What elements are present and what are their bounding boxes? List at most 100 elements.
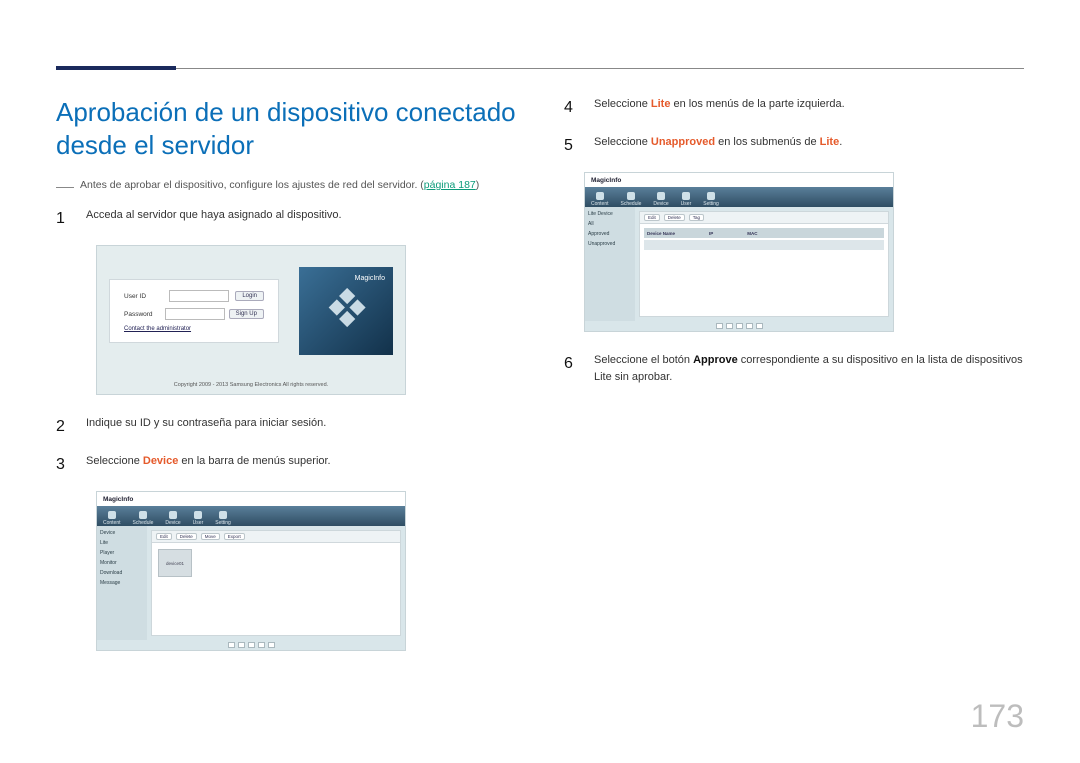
step-5-tail: . [839, 136, 842, 148]
user-icon [682, 192, 690, 200]
side-item[interactable]: Message [100, 580, 144, 586]
pager-btn[interactable] [726, 323, 733, 329]
device-thumb[interactable]: device01 [158, 549, 192, 577]
diamond-logo-icon [323, 288, 369, 334]
step-2: 2 Indique su ID y su contraseña para ini… [56, 415, 516, 439]
dash2-header: MagicInfo [585, 173, 893, 187]
dash2-pagination [585, 321, 893, 331]
pager-btn[interactable] [746, 323, 753, 329]
pager-btn[interactable] [258, 642, 265, 648]
step-4-prefix: Seleccione [594, 98, 651, 110]
tb-btn[interactable]: Edit [644, 214, 660, 221]
dash2-main: Edit Delete Tag Device Name IP MAC [639, 211, 889, 317]
login-row-password: Password Sign Up [124, 308, 264, 320]
contact-admin-link[interactable]: Contact the administrator [124, 326, 264, 332]
dash-header: MagicInfo [97, 492, 405, 506]
dash-toolbar: Edit Delete Move Export [152, 531, 400, 543]
login-form: User ID Login Password Sign Up Contact t… [109, 279, 279, 343]
step-6-text: Seleccione el botón Approve correspondie… [594, 352, 1024, 385]
tb-move[interactable]: Move [201, 533, 220, 540]
login-button[interactable]: Login [235, 291, 264, 301]
device-dashboard-screenshot: MagicInfo Content Schedule Device User S… [96, 491, 406, 651]
nav-schedule[interactable]: Schedule [133, 511, 154, 526]
schedule-icon [139, 511, 147, 519]
side-item[interactable]: Player [100, 550, 144, 556]
userid-label: User ID [124, 293, 162, 300]
tb-btn[interactable]: Delete [664, 214, 685, 221]
step-3-number: 3 [56, 453, 70, 477]
nav-content[interactable]: Content [591, 192, 609, 207]
pager-btn[interactable] [756, 323, 763, 329]
dash-body: Device Lite Player Monitor Download Mess… [97, 526, 405, 640]
side-item[interactable]: All [588, 221, 632, 227]
note-text-main: Antes de aprobar el dispositivo, configu… [80, 179, 424, 191]
schedule-icon [627, 192, 635, 200]
tb-btn[interactable]: Tag [689, 214, 704, 221]
step-3: 3 Seleccione Device en la barra de menús… [56, 453, 516, 477]
step-4-highlight: Lite [651, 98, 671, 110]
step-3-prefix: Seleccione [86, 455, 143, 467]
password-input[interactable] [165, 308, 225, 320]
pager-btn[interactable] [248, 642, 255, 648]
step-3-highlight: Device [143, 455, 178, 467]
userid-input[interactable] [169, 290, 229, 302]
login-row-userid: User ID Login [124, 290, 264, 302]
lite-header-row: Device Name IP MAC [644, 228, 884, 238]
pre-step-note: Antes de aprobar el dispositivo, configu… [56, 179, 516, 191]
dash-pagination [97, 640, 405, 650]
lite-device-row[interactable] [644, 240, 884, 250]
step-1-number: 1 [56, 207, 70, 231]
nav-device[interactable]: Device [653, 192, 668, 207]
setting-icon [219, 511, 227, 519]
device-thumb-row: device01 [152, 543, 400, 583]
two-column-layout: Aprobación de un dispositivo conectado d… [56, 96, 1024, 671]
dash2-sidebar: Lite Device All Approved Unapproved [585, 207, 635, 321]
nav-setting[interactable]: Setting [215, 511, 231, 526]
step-5-highlight: Unapproved [651, 136, 715, 148]
pager-btn[interactable] [228, 642, 235, 648]
step-6-prefix: Seleccione el botón [594, 354, 693, 366]
nav-device[interactable]: Device [165, 511, 180, 526]
step-6-number: 6 [564, 352, 578, 385]
pager-btn[interactable] [238, 642, 245, 648]
dash-main: Edit Delete Move Export device01 [151, 530, 401, 636]
user-icon [194, 511, 202, 519]
login-body: User ID Login Password Sign Up Contact t… [97, 246, 405, 376]
side-item[interactable]: Lite Device [588, 211, 632, 217]
page-number: 173 [971, 698, 1024, 735]
nav-user[interactable]: User [193, 511, 204, 526]
dash2-brand: MagicInfo [591, 177, 621, 184]
step-1-text: Acceda al servidor que haya asignado al … [86, 207, 342, 231]
tb-delete[interactable]: Delete [176, 533, 197, 540]
page-title: Aprobación de un dispositivo conectado d… [56, 96, 516, 161]
dash2-body: Lite Device All Approved Unapproved Edit… [585, 207, 893, 321]
side-item[interactable]: Unapproved [588, 241, 632, 247]
lite-device-list: Device Name IP MAC [640, 224, 888, 256]
side-item[interactable]: Device [100, 530, 144, 536]
step-1: 1 Acceda al servidor que haya asignado a… [56, 207, 516, 231]
brand-logo-panel: MagicInfo [299, 267, 393, 355]
pager-btn[interactable] [716, 323, 723, 329]
tb-edit[interactable]: Edit [156, 533, 172, 540]
page-ref-link[interactable]: página 187 [424, 179, 476, 191]
tb-export[interactable]: Export [224, 533, 245, 540]
pager-btn[interactable] [268, 642, 275, 648]
col-name: Device Name [647, 231, 675, 236]
signup-button[interactable]: Sign Up [229, 309, 264, 319]
side-item[interactable]: Download [100, 570, 144, 576]
top-accent-bar [56, 66, 176, 70]
col-ip: IP [709, 231, 713, 236]
nav-content[interactable]: Content [103, 511, 121, 526]
nav-user[interactable]: User [681, 192, 692, 207]
pager-btn[interactable] [736, 323, 743, 329]
dash-brand: MagicInfo [103, 496, 133, 503]
step-5-number: 5 [564, 134, 578, 158]
step-6: 6 Seleccione el botón Approve correspond… [564, 352, 1024, 385]
step-4: 4 Seleccione Lite en los menús de la par… [564, 96, 1024, 120]
side-item[interactable]: Monitor [100, 560, 144, 566]
nav-schedule[interactable]: Schedule [621, 192, 642, 207]
step-3-text: Seleccione Device en la barra de menús s… [86, 453, 331, 477]
side-item[interactable]: Lite [100, 540, 144, 546]
nav-setting[interactable]: Setting [703, 192, 719, 207]
side-item[interactable]: Approved [588, 231, 632, 237]
